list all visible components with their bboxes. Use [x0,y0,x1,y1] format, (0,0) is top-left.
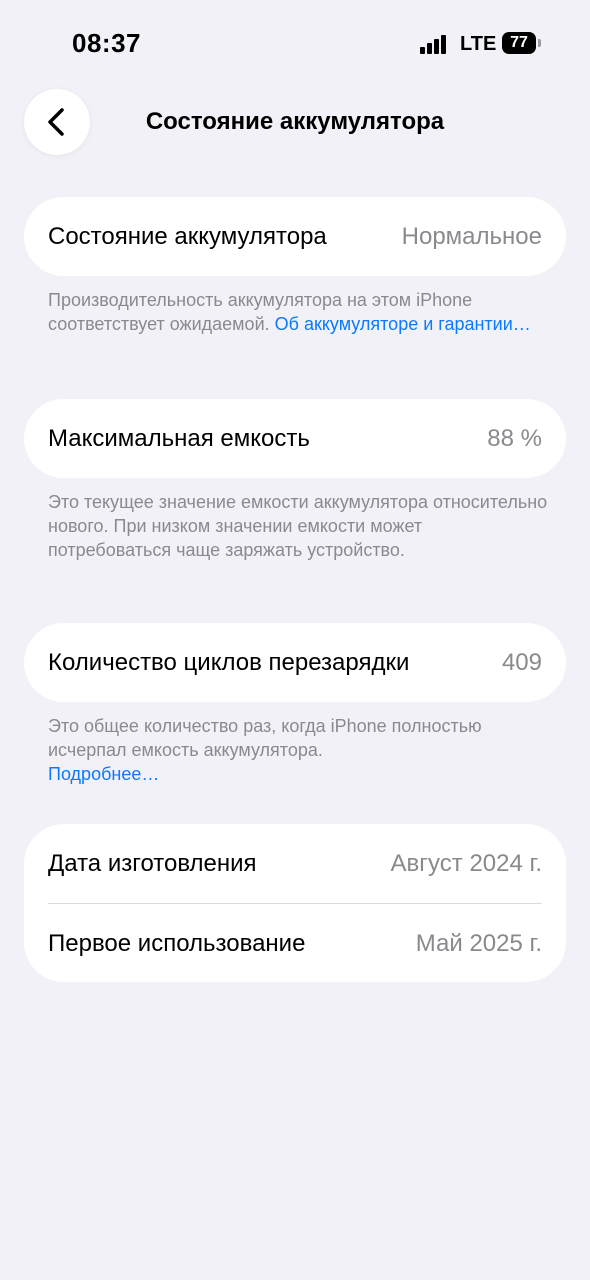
cycle-count-label: Количество циклов перезарядки [48,649,410,676]
first-use-label: Первое использование [48,930,306,957]
battery-health-footnote: Производительность аккумулятора на этом … [48,288,548,336]
cycle-count-row: Количество циклов перезарядки 409 [48,623,542,703]
first-use-row: Первое использование Май 2025 г. [48,904,542,984]
first-use-value: Май 2025 г. [415,930,542,957]
manufacture-date-row: Дата изготовления Август 2024 г. [48,824,542,904]
max-capacity-label: Максимальная емкость [48,425,310,452]
battery-warranty-link[interactable]: Об аккумуляторе и гарантии… [275,314,531,334]
battery-cap [538,39,541,47]
battery-health-card: Состояние аккумулятора Нормальное [24,197,566,276]
status-bar: 08:37 LTE 77 [0,0,590,90]
cycle-count-value: 409 [501,649,542,676]
cycle-count-card: Количество циклов перезарядки 409 [24,623,566,702]
battery-health-row: Состояние аккумулятора Нормальное [48,197,542,277]
manufacture-date-label: Дата изготовления [48,850,257,877]
network-type: LTE [460,33,497,55]
max-capacity-row: Максимальная емкость 88 % [48,399,542,479]
max-capacity-card: Максимальная емкость 88 % [24,399,566,478]
cellular-signal-icon [420,34,450,54]
battery-health-label: Состояние аккумулятора [48,223,327,250]
battery-health-value: Нормальное [401,223,542,250]
dates-card: Дата изготовления Август 2024 г. Первое … [24,824,566,982]
cycle-count-footnote-text: Это общее количество раз, когда iPhone п… [48,716,482,760]
cycle-count-footnote: Это общее количество раз, когда iPhone п… [48,714,548,786]
battery-icon: 77 [502,32,536,54]
max-capacity-value: 88 % [487,425,542,452]
manufacture-date-value: Август 2024 г. [390,850,542,877]
max-capacity-footnote: Это текущее значение емкости аккумулятор… [48,492,548,560]
status-time: 08:37 [72,28,141,58]
cycle-count-more-link[interactable]: Подробнее… [48,764,159,784]
page-title: Состояние аккумулятора [145,108,445,135]
battery-percent: 77 [510,34,528,51]
